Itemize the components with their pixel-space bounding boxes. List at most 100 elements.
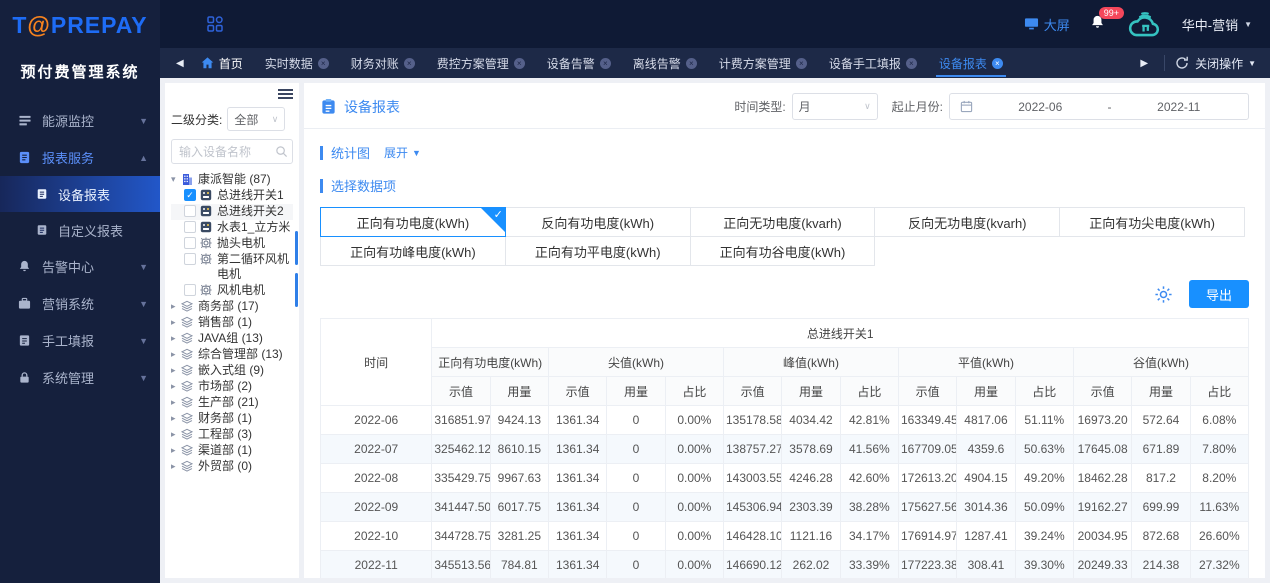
tab-计费方案管理[interactable]: 计费方案管理 × bbox=[708, 48, 818, 78]
data-item-button[interactable]: 正向有功尖电度(kWh) bbox=[1059, 207, 1245, 237]
panel-menu-icon[interactable] bbox=[278, 87, 293, 103]
close-icon[interactable]: × bbox=[991, 57, 1003, 69]
table-cell: 1121.16 bbox=[781, 521, 841, 551]
checkbox[interactable] bbox=[184, 253, 196, 265]
caret-collapsed-icon[interactable]: ▸ bbox=[171, 299, 181, 314]
sidebar-item-report-service[interactable]: 报表服务 ▲ bbox=[0, 139, 160, 176]
tree-node-department[interactable]: ▸ 商务部 (17) bbox=[171, 299, 293, 315]
tab-设备手工填报[interactable]: 设备手工填报 × bbox=[818, 48, 928, 78]
tree-node-department[interactable]: ▸ JAVA组 (13) bbox=[171, 331, 293, 347]
caret-collapsed-icon[interactable]: ▸ bbox=[171, 363, 181, 378]
sidebar-item-manual-entry[interactable]: 手工填报 ▼ bbox=[0, 322, 160, 359]
caret-collapsed-icon[interactable]: ▸ bbox=[171, 315, 181, 330]
caret-collapsed-icon[interactable]: ▸ bbox=[171, 395, 181, 410]
sub-header: 占比 bbox=[839, 376, 899, 406]
caret-collapsed-icon[interactable]: ▸ bbox=[171, 347, 181, 362]
checkbox[interactable] bbox=[184, 284, 196, 296]
close-icon[interactable]: × bbox=[317, 57, 329, 69]
caret-collapsed-icon[interactable]: ▸ bbox=[171, 427, 181, 442]
big-screen-button[interactable]: 大屏 bbox=[1024, 15, 1070, 34]
tree-node-department[interactable]: ▸ 外贸部 (0) bbox=[171, 459, 293, 475]
sidebar-item-label: 设备报表 bbox=[58, 187, 111, 203]
close-operations-dropdown[interactable]: 关闭操作 ▼ bbox=[1195, 55, 1270, 72]
notifications-button[interactable]: 99+ bbox=[1090, 7, 1125, 34]
report-icon bbox=[322, 98, 335, 114]
data-item-button[interactable]: 正向有功平电度(kWh) bbox=[504, 236, 691, 266]
tab-费控方案管理[interactable]: 费控方案管理 × bbox=[426, 48, 536, 78]
close-icon[interactable]: × bbox=[403, 57, 415, 69]
tree-node-department[interactable]: ▸ 嵌入式组 (9) bbox=[171, 363, 293, 379]
caret-collapsed-icon[interactable]: ▸ bbox=[171, 379, 181, 394]
table-row: 2022-06 316851.97 9424.13 1361.34 0 0.00% 1351… bbox=[320, 405, 1249, 435]
tree-node-department[interactable]: ▸ 市场部 (2) bbox=[171, 379, 293, 395]
close-icon[interactable]: × bbox=[513, 57, 525, 69]
caret-collapsed-icon[interactable]: ▸ bbox=[171, 411, 181, 426]
caret-expanded-icon[interactable]: ▾ bbox=[171, 172, 181, 187]
checkbox[interactable] bbox=[184, 237, 196, 249]
tree-node-device[interactable]: 抛头电机 bbox=[171, 236, 293, 252]
tab-实时数据[interactable]: 实时数据 × bbox=[254, 48, 340, 78]
tree-node-device[interactable]: ✓ 总进线开关1 bbox=[171, 188, 293, 204]
table-cell: 34.17% bbox=[839, 521, 899, 551]
checkbox[interactable] bbox=[184, 205, 196, 217]
secondary-category-select[interactable]: 全部 ∨ bbox=[227, 107, 286, 131]
tree-node-device[interactable]: 总进线开关2 bbox=[171, 204, 293, 220]
close-icon[interactable]: × bbox=[905, 57, 917, 69]
sidebar-item-system-management[interactable]: 系统管理 ▼ bbox=[0, 359, 160, 396]
chevron-down-icon: ▼ bbox=[1248, 58, 1256, 68]
tab-scroll-left-icon[interactable]: ◀ bbox=[170, 58, 190, 69]
sidebar-item-device-report[interactable]: 设备报表 bbox=[0, 176, 160, 212]
refresh-icon[interactable] bbox=[1175, 56, 1189, 70]
user-menu[interactable]: 华中-营销 ▼ bbox=[1182, 15, 1252, 34]
sidebar-item-alarm-center[interactable]: 告警中心 ▼ bbox=[0, 248, 160, 285]
close-icon[interactable]: × bbox=[599, 57, 611, 69]
tree-node-root[interactable]: ▾ 康派智能 (87) bbox=[171, 172, 293, 188]
tree-node-device[interactable]: 第二循环风机电机 bbox=[171, 252, 293, 283]
caret-collapsed-icon[interactable]: ▸ bbox=[171, 459, 181, 474]
sidebar-item-marketing-system[interactable]: 营销系统 ▼ bbox=[0, 285, 160, 322]
data-item-button[interactable]: 正向有功峰电度(kWh) bbox=[320, 236, 506, 266]
export-button[interactable]: 导出 bbox=[1188, 280, 1249, 308]
caret-collapsed-icon[interactable]: ▸ bbox=[171, 331, 181, 346]
motor-icon bbox=[200, 237, 213, 250]
caret-collapsed-icon[interactable]: ▸ bbox=[171, 443, 181, 458]
tree-node-device[interactable]: 水表1_立方米 bbox=[171, 220, 293, 236]
data-item-button[interactable]: 反向无功电度(kvarh) bbox=[874, 207, 1061, 237]
tab-财务对账[interactable]: 财务对账 × bbox=[340, 48, 426, 78]
tab-设备报表[interactable]: 设备报表 × bbox=[928, 48, 1014, 78]
close-icon[interactable]: × bbox=[795, 57, 807, 69]
table-cell: 8.20% bbox=[1189, 463, 1249, 493]
sidebar-item-energy-monitor[interactable]: 能源监控 ▼ bbox=[0, 102, 160, 139]
tab-scroll-right-icon[interactable]: ▶ bbox=[1134, 58, 1154, 69]
tree-scrollbar[interactable] bbox=[295, 273, 298, 307]
data-item-button[interactable]: 反向有功电度(kWh) bbox=[504, 207, 691, 237]
time-type-select[interactable]: 月 ∨ bbox=[791, 93, 878, 120]
table-cell: 4246.28 bbox=[781, 463, 841, 493]
tree-scrollbar[interactable] bbox=[295, 231, 298, 265]
tree-node-department[interactable]: ▸ 财务部 (1) bbox=[171, 411, 293, 427]
tree-node-department[interactable]: ▸ 综合管理部 (13) bbox=[171, 347, 293, 363]
checkbox[interactable]: ✓ bbox=[184, 189, 196, 201]
tree-node-department[interactable]: ▸ 渠道部 (1) bbox=[171, 443, 293, 459]
apps-grid-icon[interactable] bbox=[206, 15, 224, 33]
tab-home[interactable]: 首页 bbox=[190, 48, 254, 78]
tree-node-department[interactable]: ▸ 生产部 (21) bbox=[171, 395, 293, 411]
data-item-button[interactable]: 正向有功谷电度(kWh) bbox=[689, 236, 876, 266]
tree-node-device[interactable]: 风机电机 bbox=[171, 283, 293, 299]
settings-gear-icon[interactable] bbox=[1154, 285, 1173, 304]
home-icon bbox=[201, 57, 213, 69]
tree-node-department[interactable]: ▸ 销售部 (1) bbox=[171, 315, 293, 331]
cloud-signal-icon[interactable] bbox=[1128, 11, 1162, 37]
data-item-button[interactable]: 正向有功电度(kWh) ✓ bbox=[320, 207, 506, 237]
sidebar-item-custom-report[interactable]: 自定义报表 bbox=[0, 212, 160, 248]
close-icon[interactable]: × bbox=[685, 57, 697, 69]
month-range-picker[interactable]: 2022-06 - 2022-11 bbox=[949, 93, 1249, 120]
expand-chart-toggle[interactable]: 展开 ▼ bbox=[384, 144, 421, 161]
data-item-button[interactable]: 正向无功电度(kvarh) bbox=[689, 207, 876, 237]
tree-node-department[interactable]: ▸ 工程部 (3) bbox=[171, 427, 293, 443]
tab-离线告警[interactable]: 离线告警 × bbox=[622, 48, 708, 78]
tab-设备告警[interactable]: 设备告警 × bbox=[536, 48, 622, 78]
tab-label: 设备手工填报 bbox=[828, 56, 901, 71]
table-cell: 0 bbox=[606, 550, 666, 578]
checkbox[interactable] bbox=[184, 221, 196, 233]
